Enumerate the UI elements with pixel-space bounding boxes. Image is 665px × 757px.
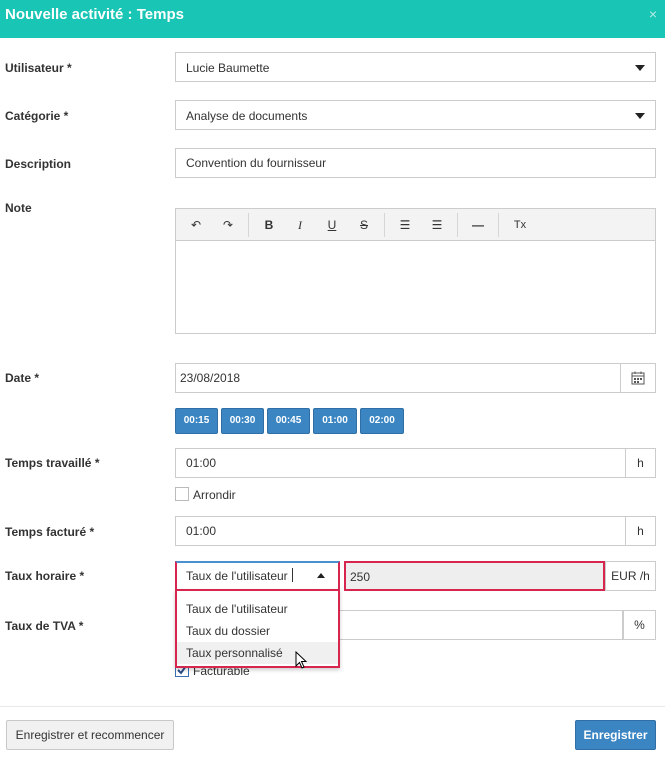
chevron-down-icon bbox=[635, 113, 645, 119]
time-billed-input[interactable] bbox=[175, 516, 626, 546]
rate-type-dropdown: Taux de l'utilisateur Taux du dossier Ta… bbox=[175, 589, 340, 668]
chevron-down-icon bbox=[635, 65, 645, 71]
quick-time-button[interactable]: 02:00 bbox=[360, 408, 404, 434]
bold-icon[interactable]: B bbox=[259, 215, 279, 235]
category-label: Catégorie * bbox=[5, 109, 69, 123]
save-button[interactable]: Enregistrer bbox=[575, 720, 656, 750]
description-label: Description bbox=[5, 157, 72, 171]
bullet-list-icon[interactable]: ☰ bbox=[395, 215, 415, 235]
numbered-list-icon[interactable]: ☰ bbox=[427, 215, 447, 235]
calendar-button[interactable] bbox=[620, 363, 656, 393]
close-icon[interactable]: × bbox=[649, 6, 657, 22]
horizontal-rule-icon[interactable]: — bbox=[468, 215, 488, 235]
rate-option-user[interactable]: Taux de l'utilisateur bbox=[177, 598, 338, 620]
italic-icon[interactable]: I bbox=[290, 215, 310, 235]
toolbar-divider bbox=[248, 213, 249, 237]
user-label: Utilisateur * bbox=[5, 61, 72, 75]
rate-unit: EUR /h bbox=[605, 561, 656, 591]
toolbar-divider bbox=[498, 213, 499, 237]
time-billed-label: Temps facturé * bbox=[5, 525, 95, 539]
hourly-rate-label: Taux horaire * bbox=[5, 569, 85, 583]
quick-time-button[interactable]: 01:00 bbox=[313, 408, 357, 434]
quick-time-button[interactable]: 00:45 bbox=[267, 408, 310, 434]
rate-type-value: Taux de l'utilisateur bbox=[186, 569, 288, 583]
toolbar-divider bbox=[457, 213, 458, 237]
vat-unit: % bbox=[623, 610, 656, 640]
strikethrough-icon[interactable]: S bbox=[354, 215, 374, 235]
editor-toolbar: ↶ ↷ B I U S ☰ ☰ — Tx bbox=[176, 209, 655, 241]
save-and-restart-button[interactable]: Enregistrer et recommencer bbox=[6, 720, 174, 750]
category-select-value: Analyse de documents bbox=[186, 109, 308, 123]
toolbar-divider bbox=[384, 213, 385, 237]
description-input[interactable] bbox=[175, 148, 656, 178]
time-billed-unit: h bbox=[625, 516, 656, 546]
dialog-title: Nouvelle activité : Temps bbox=[5, 6, 184, 23]
date-input[interactable] bbox=[175, 363, 621, 393]
rate-value: 250 bbox=[350, 570, 371, 584]
calendar-icon bbox=[631, 371, 645, 385]
user-select-value: Lucie Baumette bbox=[186, 61, 270, 75]
time-worked-label: Temps travaillé * bbox=[5, 456, 100, 470]
round-checkbox[interactable] bbox=[175, 487, 189, 501]
rate-value-input[interactable]: 250 bbox=[344, 561, 605, 591]
note-label: Note bbox=[5, 201, 32, 215]
dialog-header: Nouvelle activité : Temps × bbox=[0, 0, 665, 38]
category-select[interactable]: Analyse de documents bbox=[175, 100, 656, 130]
quick-time-button[interactable]: 00:15 bbox=[175, 408, 218, 434]
note-editor: ↶ ↷ B I U S ☰ ☰ — Tx bbox=[175, 208, 656, 334]
redo-icon[interactable]: ↷ bbox=[218, 215, 238, 235]
user-select[interactable]: Lucie Baumette bbox=[175, 52, 656, 82]
undo-icon[interactable]: ↶ bbox=[186, 215, 206, 235]
vat-label: Taux de TVA * bbox=[5, 619, 84, 633]
mouse-cursor-icon bbox=[295, 651, 308, 669]
time-worked-input[interactable] bbox=[175, 448, 626, 478]
quick-time-button[interactable]: 00:30 bbox=[221, 408, 264, 434]
text-cursor bbox=[292, 568, 293, 582]
round-label: Arrondir bbox=[193, 488, 236, 502]
chevron-up-icon bbox=[317, 573, 325, 578]
rate-option-matter[interactable]: Taux du dossier bbox=[177, 620, 338, 642]
date-label: Date * bbox=[5, 371, 40, 385]
footer-divider bbox=[0, 706, 665, 707]
rate-type-select[interactable]: Taux de l'utilisateur bbox=[175, 561, 340, 591]
time-worked-unit: h bbox=[625, 448, 656, 478]
underline-icon[interactable]: U bbox=[322, 215, 342, 235]
remove-format-icon[interactable]: Tx bbox=[510, 215, 530, 235]
rate-option-custom[interactable]: Taux personnalisé bbox=[177, 642, 338, 664]
